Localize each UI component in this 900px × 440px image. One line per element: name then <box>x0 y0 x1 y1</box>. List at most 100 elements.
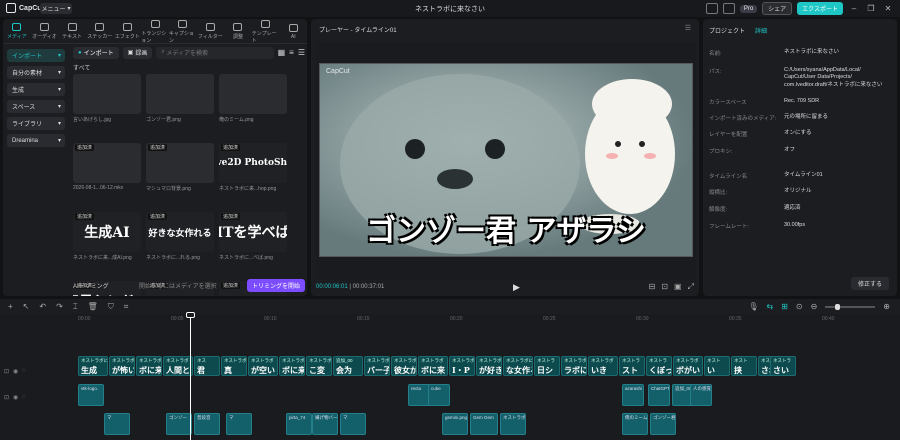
media-item[interactable]: 俺のミーム.png <box>219 74 287 140</box>
sidebar-item[interactable]: 生成 ▾ <box>7 83 65 96</box>
media-search-input[interactable]: ⌕ メディアを検索 <box>156 46 274 59</box>
overlay-clip[interactable]: マ <box>226 413 252 435</box>
overlay-clip[interactable]: pirta_74 <box>286 413 312 435</box>
crop-tool-icon[interactable]: ⌗ <box>124 302 129 312</box>
media-item[interactable]: 追加済 マシュマロ背景.png <box>146 143 214 209</box>
play-icon[interactable]: ▶ <box>513 282 520 293</box>
text-clip[interactable]: ネストラ 日シ <box>534 356 560 376</box>
overlay-clip[interactable]: ゴンゾー <box>166 413 192 435</box>
shortcut-icon[interactable] <box>722 3 735 14</box>
tool-tab[interactable]: AI <box>279 19 307 44</box>
text-clip[interactable]: ネストラ くぼっ <box>646 356 672 376</box>
text-clip[interactable]: ネストラボ が空い <box>248 356 278 376</box>
text-clip[interactable]: 追加_00 会为 <box>333 356 363 376</box>
sidebar-item[interactable]: インポート ▾ <box>7 49 65 62</box>
tab-project[interactable]: プロジェクト <box>709 26 745 35</box>
text-clip[interactable]: ネストラボボに来 <box>136 356 162 376</box>
layout-icon[interactable] <box>705 3 718 14</box>
pro-badge[interactable]: Pro <box>739 4 758 13</box>
tool-tab[interactable]: トランジション <box>141 19 169 44</box>
eye-icon[interactable]: ◉ <box>13 368 18 375</box>
text-clip[interactable]: ネストラボボに来 <box>279 356 305 376</box>
undo-icon[interactable]: ↶ <box>39 302 46 312</box>
zoom-slider[interactable] <box>825 303 876 310</box>
media-item[interactable]: ゴンゾー君.png <box>146 74 214 140</box>
text-clip[interactable]: ネストラボ こ変 <box>306 356 332 376</box>
filter-all-label[interactable]: すべて <box>73 63 305 72</box>
sidebar-item[interactable]: 自分の素材 ▾ <box>7 66 65 79</box>
text-clip[interactable]: ネストラボに 生成 <box>78 356 108 376</box>
sort-icon[interactable]: ≡ <box>289 48 294 57</box>
player-menu-icon[interactable]: ☰ <box>685 24 691 32</box>
close-icon[interactable]: ✕ <box>882 4 894 13</box>
overlay-clip[interactable]: ゴンゾー君 <box>650 413 676 435</box>
text-clip[interactable]: ネストラボボに来 <box>418 356 448 376</box>
shield-icon[interactable]: ⛉ <box>108 302 114 312</box>
crop-icon[interactable]: ⊡ <box>661 282 668 292</box>
text-clip[interactable]: ネストラボ が怖い <box>109 356 135 376</box>
media-item[interactable]: 追加済 Live2D PhotoShop ネストラボに来...hop.png <box>219 143 287 209</box>
overlay-clip[interactable]: マ <box>340 413 366 435</box>
delete-icon[interactable]: 🗑 <box>88 302 98 312</box>
add-icon[interactable]: + <box>8 302 13 312</box>
modify-button[interactable]: 修正する <box>850 277 889 290</box>
text-clip[interactable]: ネストラボ 彼女が <box>391 356 417 376</box>
playhead[interactable] <box>190 314 191 440</box>
snap-icon[interactable]: ⊞ <box>781 302 788 311</box>
text-clip[interactable]: ネストラ さい <box>770 356 796 376</box>
start-trim-button[interactable]: トリミングを開始 <box>246 278 305 292</box>
overlay-clip[interactable]: 普段音 <box>194 413 220 435</box>
video-clip[interactable]: cube <box>428 384 450 406</box>
lock-icon[interactable]: ⊡ <box>4 394 9 401</box>
tool-tab[interactable]: テンプレート <box>252 19 280 44</box>
text-clip[interactable]: ネスト挟 <box>731 356 757 376</box>
timeline[interactable]: 00:00 00:05 00:10 00:15 00:20 00:25 00:30 00:35… <box>0 312 900 440</box>
text-clip[interactable]: ネストラボ が好き <box>476 356 502 376</box>
overlay-clip[interactable]: gemini.png <box>442 413 468 435</box>
text-clip[interactable]: ネストラ スト <box>619 356 645 376</box>
zoom-in-icon[interactable]: ⊕ <box>883 302 890 311</box>
sidebar-item[interactable]: Dreamina ▾ <box>7 134 65 147</box>
video-clip[interactable]: ChatGPT <box>648 384 670 406</box>
video-clip[interactable]: vtk-logo. <box>78 384 104 406</box>
tool-tab[interactable]: キャプション <box>169 19 197 44</box>
media-item[interactable]: 追加済 好きな女作れる ネストラボに...れる.png <box>146 212 214 278</box>
video-clip[interactable]: 人の感覚 <box>690 384 712 406</box>
ratio-icon[interactable]: ⊟ <box>649 282 656 292</box>
text-clip[interactable]: ネストラボ 人間と <box>163 356 193 376</box>
share-button[interactable]: シェア <box>762 2 793 15</box>
text-clip[interactable]: ネストラボ バー子 <box>364 356 390 376</box>
text-clip[interactable]: ネストラボ I・P <box>449 356 475 376</box>
mute-icon[interactable]: ◌ <box>22 368 26 375</box>
select-icon[interactable]: ↖ <box>23 302 30 312</box>
import-tab[interactable]: ● インポート <box>73 46 119 59</box>
tool-tab[interactable]: フィルター <box>196 19 224 44</box>
zoom-out-icon[interactable]: ⊖ <box>811 302 818 311</box>
overlay-clip[interactable]: 嫌げ物バー <box>312 413 338 435</box>
text-clip[interactable]: ネストい <box>704 356 730 376</box>
fit-icon[interactable]: ▣ <box>674 282 682 292</box>
split-icon[interactable]: ⌶ <box>73 302 78 312</box>
preview-icon[interactable]: ⊙ <box>796 302 803 311</box>
tool-tab[interactable]: オーディオ <box>31 19 59 44</box>
media-item[interactable]: 追加済 生成AI ネストラボに来...成AI.png <box>73 212 141 278</box>
video-clip[interactable]: azarashi <box>622 384 644 406</box>
fullscreen-icon[interactable]: ⤢ <box>688 282 694 292</box>
lock-icon[interactable]: ⊡ <box>4 368 9 375</box>
text-clip[interactable]: ネス君 <box>194 356 220 376</box>
tool-tab[interactable]: メディア <box>3 19 31 44</box>
filter-icon[interactable]: ☰ <box>298 48 305 57</box>
video-viewport[interactable]: CapCut ゴンゾー君 アザラシ <box>316 42 696 279</box>
text-clip[interactable]: ネストラボ真 <box>221 356 247 376</box>
link-icon[interactable]: ⇆ <box>766 302 773 311</box>
text-clip[interactable]: ネストラボ いき <box>588 356 618 376</box>
overlay-clip[interactable]: ネストラボ_00 <box>500 413 526 435</box>
mic-icon[interactable]: 🎙 <box>748 302 758 311</box>
media-item[interactable]: 追加済 ITを学べば ネストラボに...べば.png <box>219 212 287 278</box>
tool-tab[interactable]: エフェクト <box>114 19 142 44</box>
sidebar-item[interactable]: スペース ▾ <box>7 100 65 113</box>
playhead-handle[interactable] <box>186 312 195 318</box>
redo-icon[interactable]: ↷ <box>56 302 63 312</box>
text-clip[interactable]: ネストラボ ボがい <box>673 356 703 376</box>
overlay-clip[interactable]: 俺のミーム <box>622 413 648 435</box>
